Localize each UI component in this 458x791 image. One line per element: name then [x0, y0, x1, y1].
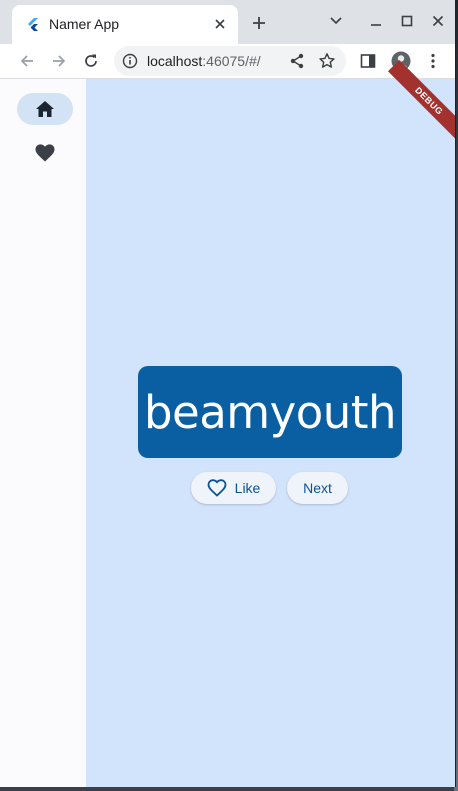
browser-window: Namer App localhost:46075/#/ beamyouth L… — [0, 0, 456, 787]
url-text: localhost:46075/#/ — [147, 53, 261, 69]
heart-icon — [35, 144, 55, 162]
forward-icon[interactable] — [47, 49, 71, 73]
minimize-icon[interactable] — [365, 10, 387, 32]
generator-page: beamyouth Like Next — [86, 79, 455, 787]
site-info-icon[interactable] — [122, 53, 138, 69]
flutter-logo-icon — [28, 18, 38, 31]
title-bar: Namer App — [0, 0, 455, 44]
tab-search-icon[interactable] — [325, 10, 347, 32]
maximize-icon[interactable] — [396, 10, 418, 32]
browser-toolbar: localhost:46075/#/ — [0, 44, 455, 79]
flutter-app: beamyouth Like Next DEBUG — [0, 59, 455, 787]
back-icon[interactable] — [15, 49, 39, 73]
navigation-rail — [0, 79, 86, 787]
browser-menu-icon[interactable] — [421, 49, 445, 73]
home-icon — [36, 101, 54, 117]
share-icon[interactable] — [288, 52, 306, 70]
like-button-label: Like — [234, 480, 261, 496]
close-tab-icon[interactable] — [210, 14, 230, 34]
next-button-label: Next — [303, 480, 332, 496]
word-pair-text: beamyouth — [143, 385, 397, 439]
next-button[interactable]: Next — [287, 472, 348, 504]
side-panel-icon[interactable] — [356, 49, 380, 73]
word-pair-card: beamyouth — [138, 366, 402, 458]
tab-title: Namer App — [49, 16, 120, 32]
nav-item-favorites[interactable] — [17, 137, 73, 169]
close-window-icon[interactable] — [427, 10, 449, 32]
browser-tab[interactable]: Namer App — [12, 5, 238, 44]
nav-item-home[interactable] — [17, 93, 73, 125]
like-button[interactable]: Like — [191, 472, 276, 504]
reload-icon[interactable] — [79, 49, 103, 73]
new-tab-icon[interactable] — [248, 12, 270, 34]
bookmark-star-icon[interactable] — [318, 52, 336, 70]
heart-outline-icon — [207, 479, 227, 497]
address-bar[interactable]: localhost:46075/#/ — [114, 46, 346, 76]
